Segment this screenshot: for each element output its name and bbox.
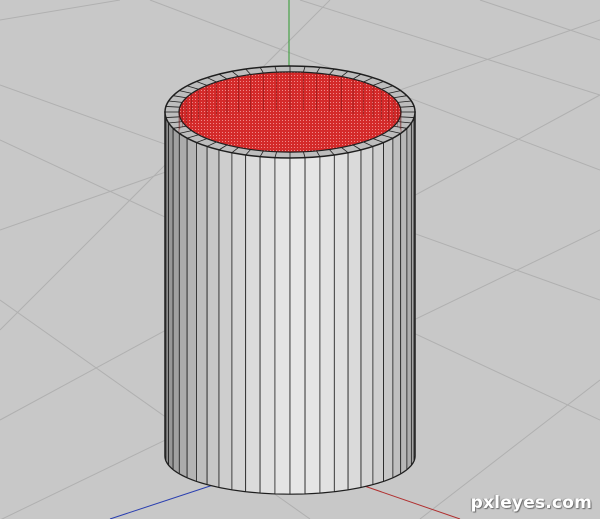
grid-line: [479, 0, 600, 41]
cylinder-face: [392, 132, 402, 479]
cylinder-face: [168, 121, 174, 471]
cylinder-face: [410, 117, 415, 467]
cylinder-face: [165, 117, 170, 467]
3d-viewport[interactable]: pxleyes.com: [0, 0, 600, 519]
cylinder-face: [333, 152, 349, 492]
cylinder-face: [289, 157, 306, 495]
cylinder-face: [206, 145, 220, 488]
viewport-scene: [0, 0, 600, 519]
cylinder-face: [319, 154, 335, 494]
cylinder-face: [218, 149, 233, 491]
cylinder-face: [360, 145, 374, 488]
cylinder-face: [196, 141, 208, 485]
cylinder-face: [245, 154, 261, 494]
cylinder-face: [406, 121, 412, 471]
cylinder-face: [259, 156, 276, 495]
cylinder-face: [413, 111, 416, 461]
site-watermark: pxleyes.com: [470, 493, 592, 513]
grid-line: [0, 0, 121, 21]
cylinder-face: [274, 157, 291, 495]
cylinder-face: [172, 127, 180, 475]
cylinder-face: [347, 149, 362, 491]
cylinder-face: [304, 156, 321, 495]
cylinder-face: [231, 152, 247, 492]
cylinder-face: [372, 141, 384, 485]
cylinder-face: [383, 137, 394, 482]
cylinder-model[interactable]: [164, 65, 416, 495]
cylinder-face: [186, 137, 197, 482]
cylinder-face: [400, 127, 408, 475]
cylinder-face: [178, 132, 188, 479]
